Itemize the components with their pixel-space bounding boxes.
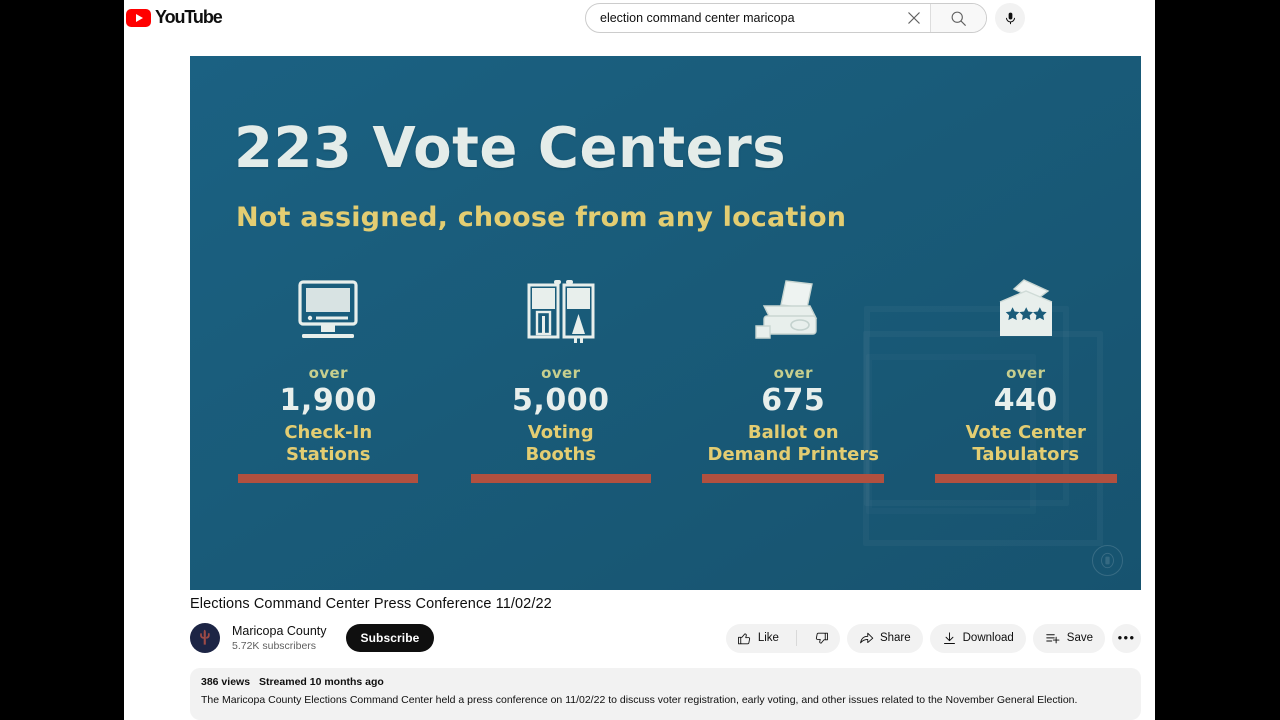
subscribe-button[interactable]: Subscribe — [345, 624, 435, 652]
stat-item: over 1,900 Check-In Stations — [212, 278, 445, 483]
stat-number: 5,000 — [512, 383, 610, 418]
more-horizontal-icon: ••• — [1117, 630, 1136, 645]
ballot-box-icon — [986, 278, 1066, 352]
stat-number: 440 — [993, 383, 1058, 418]
stat-number: 675 — [761, 383, 826, 418]
stat-item: over 675 Ballot on Demand Printers — [677, 278, 910, 483]
video-player[interactable]: 223 Vote Centers Not assigned, choose fr… — [190, 56, 1141, 590]
letterbox-right — [1155, 0, 1280, 720]
microphone-icon — [1005, 12, 1015, 24]
page-title: Elections Command Center Press Conferenc… — [190, 596, 552, 612]
download-label: Download — [962, 632, 1014, 644]
owner-row: Maricopa County 5.72K subscribers Subscr… — [190, 621, 1141, 655]
thumbs-up-icon — [737, 632, 750, 644]
search-icon — [951, 11, 966, 26]
description-panel[interactable]: 386 views Streamed 10 months ago The Mar… — [190, 668, 1141, 720]
stat-over-label: over — [1006, 364, 1046, 382]
like-dislike-group: Like — [725, 623, 840, 653]
stat-underline — [702, 474, 885, 483]
owner-text: Maricopa County 5.72K subscribers — [232, 624, 327, 653]
youtube-page: YouTube election command center maricopa… — [124, 0, 1155, 720]
search-area — [585, 3, 1025, 33]
stat-label: Check-In Stations — [284, 422, 373, 465]
stat-over-label: over — [308, 364, 348, 382]
download-icon — [943, 631, 955, 644]
like-button[interactable]: Like — [726, 624, 790, 653]
stat-over-label: over — [773, 364, 813, 382]
search-box[interactable] — [585, 3, 987, 33]
youtube-wordmark: YouTube — [155, 7, 223, 27]
published-date: Streamed 10 months ago — [258, 676, 384, 688]
description-meta: 386 views Streamed 10 months ago — [201, 676, 1130, 688]
stat-label: Voting Booths — [525, 422, 597, 465]
seal-icon — [1092, 545, 1123, 576]
search-submit-button[interactable] — [930, 4, 986, 32]
screen: YouTube election command center maricopa… — [0, 0, 1280, 720]
video-actions: Like Share Download Save ••• — [725, 623, 1141, 653]
printer-icon — [750, 278, 836, 352]
youtube-logo[interactable]: YouTube — [126, 7, 223, 28]
stat-over-label: over — [541, 364, 581, 382]
clear-search-icon[interactable] — [898, 4, 930, 32]
voting-booth-icon — [521, 278, 601, 352]
stat-underline — [470, 474, 651, 483]
save-label: Save — [1066, 632, 1093, 644]
save-button[interactable]: Save — [1032, 623, 1105, 653]
share-button[interactable]: Share — [846, 623, 923, 653]
cactus-avatar-icon — [200, 629, 210, 645]
video-info: Elections Command Center Press Conferenc… — [190, 596, 1141, 655]
search-input[interactable] — [586, 4, 898, 32]
dislike-button[interactable] — [803, 624, 840, 653]
masthead: YouTube — [124, 0, 1155, 36]
description-text: The Maricopa County Elections Command Ce… — [201, 694, 1078, 706]
letterbox-left — [0, 0, 124, 720]
share-label: Share — [879, 632, 911, 644]
youtube-play-icon — [126, 8, 151, 27]
slide-headline: 223 Vote Centers — [234, 116, 787, 181]
stat-item: over 440 Vote Center Tabulators — [910, 278, 1142, 483]
stat-underline — [238, 474, 419, 483]
avatar[interactable] — [190, 623, 220, 653]
more-actions-button[interactable]: ••• — [1112, 623, 1141, 653]
voice-search-button[interactable] — [995, 3, 1025, 33]
stat-item: over 5,000 Voting Booths — [445, 278, 678, 483]
stat-underline — [934, 474, 1117, 483]
view-count: 386 views — [201, 676, 251, 688]
slide-subheadline: Not assigned, choose from any location — [236, 202, 847, 233]
download-button[interactable]: Download — [929, 623, 1026, 653]
action-divider — [795, 630, 797, 646]
save-to-playlist-icon — [1046, 633, 1060, 643]
slide-stats: over 1,900 Check-In Stations over 5,000 … — [212, 278, 1141, 483]
stat-label: Vote Center Tabulators — [965, 422, 1086, 465]
channel-name[interactable]: Maricopa County — [232, 624, 327, 639]
channel-subscribers: 5.72K subscribers — [232, 639, 317, 652]
like-label: Like — [757, 632, 779, 644]
monitor-icon — [288, 278, 368, 352]
thumbs-down-icon — [815, 632, 828, 644]
share-arrow-icon — [860, 632, 874, 643]
stat-number: 1,900 — [279, 383, 377, 418]
stat-label: Ballot on Demand Printers — [707, 422, 879, 465]
